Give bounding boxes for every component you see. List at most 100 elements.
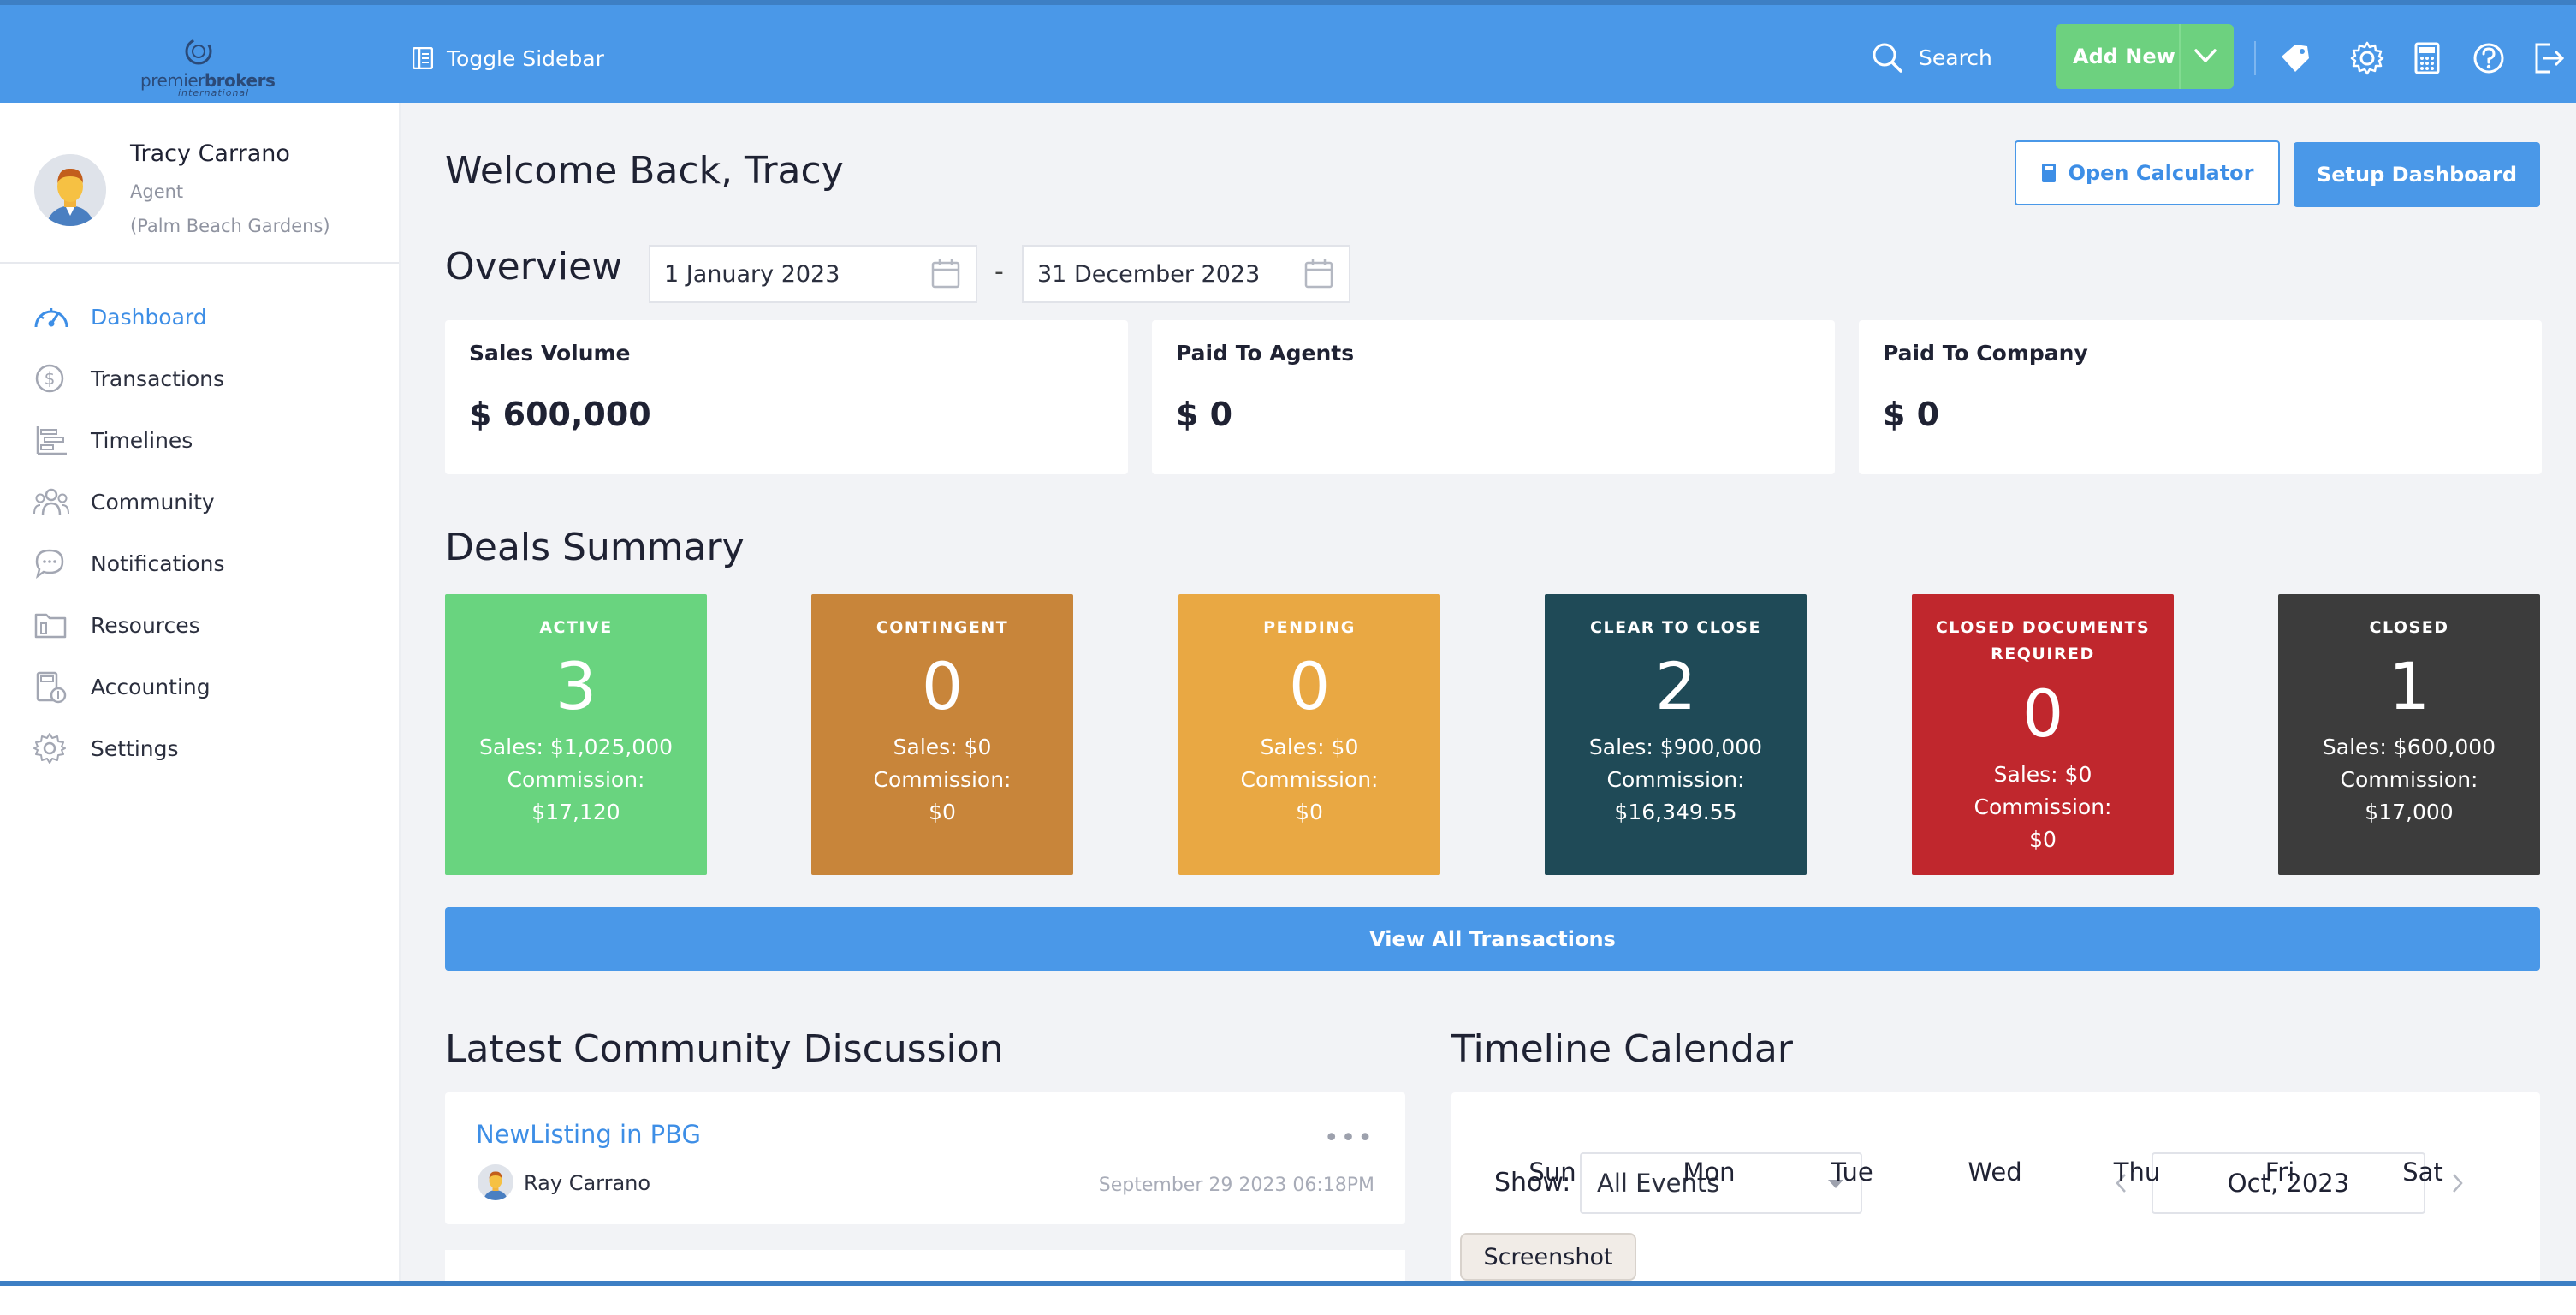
stat-card-sales-volume: Sales Volume $ 600,000 bbox=[445, 320, 1128, 474]
gear-icon bbox=[33, 733, 66, 764]
community-section-title: Latest Community Discussion bbox=[445, 1027, 1004, 1071]
user-avatar-icon bbox=[478, 1164, 513, 1200]
search-button[interactable]: Search bbox=[1871, 41, 1992, 74]
toggle-sidebar-button[interactable]: Toggle Sidebar bbox=[413, 41, 604, 75]
deal-count: 1 bbox=[2388, 648, 2431, 724]
stat-card-paid-to-company: Paid To Company $ 0 bbox=[1859, 320, 2542, 474]
search-icon bbox=[1873, 43, 1902, 73]
sidebar-item-accounting[interactable]: Accounting bbox=[0, 656, 399, 717]
deal-sales: Sales: $0 bbox=[1260, 735, 1359, 759]
deal-sales: Sales: $0 bbox=[1993, 762, 2092, 787]
deal-card-clear-to-close[interactable]: CLEAR TO CLOSE 2 Sales: $900,000 Commiss… bbox=[1545, 594, 1807, 875]
sidebar-item-label: Resources bbox=[91, 613, 200, 638]
deal-card-closed[interactable]: CLOSED 1 Sales: $600,000 Commission: $17… bbox=[2278, 594, 2540, 875]
sidebar-item-notifications[interactable]: Notifications bbox=[0, 533, 399, 594]
calendar-icon[interactable] bbox=[931, 259, 960, 289]
user-role: Agent bbox=[130, 181, 184, 202]
discussion-title-link[interactable]: NewListing in PBG bbox=[476, 1120, 701, 1149]
deal-count: 2 bbox=[1654, 648, 1697, 724]
screenshot-tooltip: Screenshot bbox=[1460, 1233, 1636, 1281]
bottom-border bbox=[0, 1281, 2576, 1286]
deal-sales: Sales: $600,000 bbox=[2322, 735, 2496, 759]
deal-title: CLOSED DOCUMENTS REQUIRED bbox=[1912, 615, 2174, 668]
deal-commission-label: Commission: bbox=[1240, 767, 1379, 792]
brand-logo[interactable]: premierbrokers international bbox=[137, 34, 276, 98]
deal-card-active[interactable]: ACTIVE 3 Sales: $1,025,000 Commission: $… bbox=[445, 594, 707, 875]
deal-title: ACTIVE bbox=[539, 618, 613, 637]
help-icon[interactable] bbox=[2470, 39, 2508, 77]
deal-card-closed-documents-required[interactable]: CLOSED DOCUMENTS REQUIRED 0 Sales: $0 Co… bbox=[1912, 594, 2174, 875]
logo-subtext: international bbox=[178, 87, 250, 98]
stat-title: Sales Volume bbox=[469, 341, 631, 366]
main-content: Welcome Back, Tracy Open Calculator Setu… bbox=[401, 103, 2576, 1315]
add-new-divider bbox=[2179, 24, 2181, 89]
gear-icon[interactable] bbox=[2348, 39, 2386, 77]
deal-commission-label: Commission: bbox=[1974, 794, 2112, 819]
deal-commission-label: Commission: bbox=[873, 767, 1012, 792]
user-profile[interactable]: Tracy Carrano Agent (Palm Beach Gardens) bbox=[0, 103, 399, 264]
weekday-label: Mon bbox=[1683, 1157, 1736, 1187]
chevron-down-icon[interactable] bbox=[2193, 43, 2218, 68]
sidebar-item-transactions[interactable]: $ Transactions bbox=[0, 348, 399, 409]
stat-value: $ 0 bbox=[1176, 396, 1233, 433]
deal-commission-label: Commission: bbox=[1606, 767, 1745, 792]
sidebar-item-dashboard[interactable]: Dashboard bbox=[0, 286, 399, 348]
page-title: Welcome Back, Tracy bbox=[445, 149, 844, 193]
deal-commission-label: Commission: bbox=[507, 767, 645, 792]
deal-commission: $0 bbox=[929, 800, 956, 824]
search-label: Search bbox=[1919, 45, 1992, 70]
deal-card-pending[interactable]: PENDING 0 Sales: $0 Commission: $0 bbox=[1178, 594, 1440, 875]
folder-icon bbox=[34, 613, 67, 639]
weekday-label: Tue bbox=[1831, 1157, 1873, 1187]
deal-sales: Sales: $1,025,000 bbox=[478, 735, 674, 759]
stat-value: $ 0 bbox=[1883, 396, 1940, 433]
weekday-label: Fri bbox=[2264, 1157, 2295, 1187]
logout-icon[interactable] bbox=[2530, 39, 2567, 77]
date-to-field[interactable]: 31 December 2023 bbox=[1022, 245, 1350, 303]
avatar bbox=[34, 154, 106, 226]
tag-icon[interactable] bbox=[2276, 39, 2314, 77]
sidebar-item-label: Settings bbox=[91, 736, 179, 761]
sidebar-item-resources[interactable]: Resources bbox=[0, 594, 399, 656]
deal-title-line: REQUIRED bbox=[1991, 645, 2095, 663]
top-bar: premierbrokers international Toggle Side… bbox=[0, 0, 2576, 103]
deal-card-contingent[interactable]: CONTINGENT 0 Sales: $0 Commission: $0 bbox=[811, 594, 1073, 875]
open-calculator-label: Open Calculator bbox=[2068, 161, 2254, 185]
deal-title: PENDING bbox=[1263, 618, 1356, 637]
add-new-label: Add New bbox=[2073, 45, 2175, 68]
sidebar-item-label: Transactions bbox=[91, 366, 225, 391]
date-from-field[interactable]: 1 January 2023 bbox=[649, 245, 977, 303]
user-name: Tracy Carrano bbox=[130, 140, 290, 167]
sidebar-item-community[interactable]: Community bbox=[0, 471, 399, 533]
setup-dashboard-button[interactable]: Setup Dashboard bbox=[2294, 142, 2540, 207]
calculator-icon[interactable] bbox=[2408, 39, 2446, 77]
add-new-button[interactable]: Add New bbox=[2056, 24, 2234, 89]
sidebar-nav: Dashboard $ Transactions Timelines Commu… bbox=[0, 286, 399, 779]
sidebar-item-label: Dashboard bbox=[91, 305, 207, 330]
discussion-card[interactable] bbox=[445, 1250, 1405, 1301]
date-from-value: 1 January 2023 bbox=[664, 260, 840, 288]
calculator-icon bbox=[2041, 164, 2056, 182]
view-all-transactions-button[interactable]: View All Transactions bbox=[445, 907, 2540, 971]
deal-count: 0 bbox=[921, 648, 964, 724]
toggle-sidebar-label: Toggle Sidebar bbox=[447, 45, 604, 71]
deal-count: 0 bbox=[1288, 648, 1331, 724]
open-calculator-button[interactable]: Open Calculator bbox=[2015, 140, 2280, 205]
deal-sales: Sales: $900,000 bbox=[1588, 735, 1763, 759]
deals-summary-title: Deals Summary bbox=[445, 526, 745, 569]
community-icon bbox=[33, 488, 69, 516]
sidebar-item-timelines[interactable]: Timelines bbox=[0, 409, 399, 471]
deal-commission: $0 bbox=[1296, 800, 1323, 824]
dashboard-icon bbox=[34, 308, 68, 328]
timeline-icon bbox=[36, 426, 67, 455]
stat-value: $ 600,000 bbox=[469, 396, 651, 433]
date-range-separator: - bbox=[994, 257, 1004, 287]
sidebar-item-settings[interactable]: Settings bbox=[0, 717, 399, 779]
weekday-label: Sun bbox=[1528, 1157, 1576, 1187]
discussion-card[interactable]: NewListing in PBG ••• Ray Carrano Septem… bbox=[445, 1092, 1405, 1224]
calendar-icon[interactable] bbox=[1304, 259, 1333, 289]
topbar-divider bbox=[2254, 41, 2256, 75]
more-options-icon[interactable]: ••• bbox=[1324, 1123, 1374, 1153]
user-avatar-icon bbox=[34, 154, 106, 226]
stat-title: Paid To Company bbox=[1883, 341, 2088, 366]
